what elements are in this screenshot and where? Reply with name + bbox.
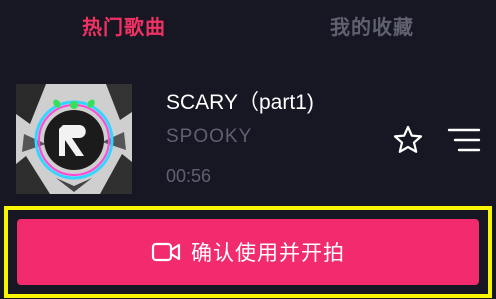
list-menu-icon bbox=[447, 128, 481, 152]
star-outline-icon bbox=[393, 125, 423, 153]
video-camera-icon bbox=[151, 241, 181, 263]
confirm-and-shoot-button[interactable]: 确认使用并开拍 bbox=[17, 219, 479, 285]
favorite-button[interactable] bbox=[390, 122, 426, 158]
music-picker-screen: 热门歌曲 我的收藏 SCARY（part1) SPOOKY 00:56 确认使用… bbox=[0, 0, 496, 299]
song-duration: 00:56 bbox=[166, 166, 212, 186]
more-options-button[interactable] bbox=[444, 122, 484, 158]
confirm-button-label: 确认使用并开拍 bbox=[191, 241, 345, 265]
album-cover-art bbox=[16, 84, 132, 194]
tab-hot-songs[interactable]: 热门歌曲 bbox=[0, 0, 248, 50]
tab-my-favorites[interactable]: 我的收藏 bbox=[248, 0, 496, 50]
confirm-highlight-frame: 确认使用并开拍 bbox=[4, 206, 492, 298]
song-artist: SPOOKY bbox=[166, 126, 253, 147]
tab-bar: 热门歌曲 我的收藏 bbox=[0, 0, 496, 50]
album-cover bbox=[16, 84, 132, 194]
song-list-item[interactable]: SCARY（part1) SPOOKY 00:56 bbox=[0, 72, 496, 194]
song-title: SCARY（part1) bbox=[166, 91, 314, 114]
